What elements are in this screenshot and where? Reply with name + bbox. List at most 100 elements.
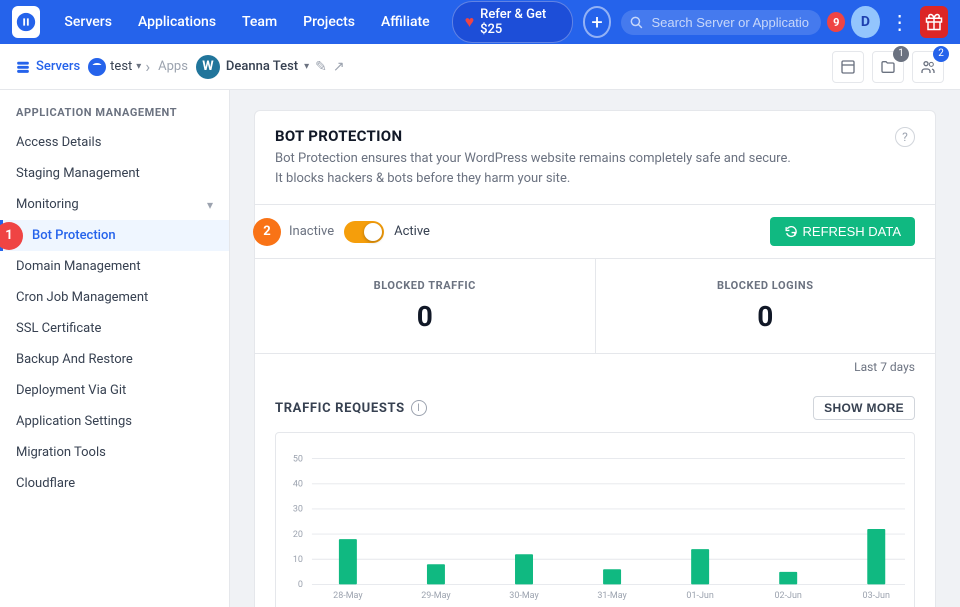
nav-team[interactable]: Team xyxy=(232,10,287,34)
sidebar-item-bot-protection[interactable]: 1 Bot Protection xyxy=(0,220,229,251)
server-dropdown-icon[interactable]: ▾ xyxy=(136,61,141,72)
wordpress-icon: W xyxy=(196,55,220,79)
gift-icon[interactable] xyxy=(920,6,948,38)
nav-affiliate[interactable]: Affiliate xyxy=(371,10,440,34)
refer-label: Refer & Get $25 xyxy=(480,7,559,37)
sidebar-label-cron-job-management: Cron Job Management xyxy=(16,290,213,305)
sidebar-item-cloudflare[interactable]: Cloudflare xyxy=(0,468,229,499)
traffic-chart: 50 40 30 20 10 0 xyxy=(276,441,914,607)
add-button[interactable]: + xyxy=(583,6,612,38)
toggle-row: 2 Inactive Active REFRESH DATA xyxy=(255,205,935,259)
users-icon xyxy=(920,59,936,75)
sidebar-section-title: Application Management xyxy=(0,90,229,127)
sidebar-item-cron-job-management[interactable]: Cron Job Management xyxy=(0,282,229,313)
sidebar-item-deployment-via-git[interactable]: Deployment Via Git xyxy=(0,375,229,406)
server-logo-icon xyxy=(88,58,106,76)
chevron-down-icon: ▾ xyxy=(207,198,213,212)
breadcrumb-app: W Deanna Test ▾ ✎ ↗ xyxy=(196,55,345,79)
sidebar-label-staging-management: Staging Management xyxy=(16,166,213,181)
users-button[interactable]: 2 xyxy=(912,51,944,83)
stats-row: BLOCKED TRAFFIC 0 BLOCKED LOGINS 0 xyxy=(255,259,935,354)
notification-badge[interactable]: 9 xyxy=(827,12,845,32)
blocked-logins-stat: BLOCKED LOGINS 0 xyxy=(596,259,936,353)
sidebar-item-access-details[interactable]: Access Details xyxy=(0,127,229,158)
files-button[interactable] xyxy=(832,51,864,83)
blocked-traffic-stat: BLOCKED TRAFFIC 0 xyxy=(255,259,596,353)
nav-applications[interactable]: Applications xyxy=(128,10,226,34)
toggle-active-label: Active xyxy=(394,224,430,239)
blocked-logins-label: BLOCKED LOGINS xyxy=(616,279,916,292)
svg-text:30: 30 xyxy=(293,505,303,515)
step-2-badge: 2 xyxy=(253,218,281,246)
svg-text:0: 0 xyxy=(298,580,303,590)
card-header: BOT PROTECTION Bot Protection ensures th… xyxy=(255,111,935,205)
chart-header: TRAFFIC REQUESTS i SHOW MORE xyxy=(275,396,915,420)
svg-text:10: 10 xyxy=(293,555,303,565)
sidebar-item-migration-tools[interactable]: Migration Tools xyxy=(0,437,229,468)
sidebar-label-application-settings: Application Settings xyxy=(16,414,213,429)
sidebar-item-application-settings[interactable]: Application Settings xyxy=(0,406,229,437)
card-header-left: BOT PROTECTION Bot Protection ensures th… xyxy=(275,127,795,188)
show-more-button[interactable]: SHOW MORE xyxy=(813,396,915,420)
svg-text:31-May: 31-May xyxy=(597,591,627,601)
sidebar-label-bot-protection: Bot Protection xyxy=(32,228,213,243)
sidebar-item-backup-and-restore[interactable]: Backup And Restore xyxy=(0,344,229,375)
avatar[interactable]: D xyxy=(851,6,879,38)
sidebar-item-staging-management[interactable]: Staging Management xyxy=(0,158,229,189)
breadcrumb-actions: 1 2 xyxy=(832,51,944,83)
svg-text:40: 40 xyxy=(293,479,303,489)
sidebar-item-domain-management[interactable]: Domain Management xyxy=(0,251,229,282)
search-wrap xyxy=(621,10,821,35)
last-days-label: Last 7 days xyxy=(854,360,915,374)
breadcrumb-apps: Apps xyxy=(158,59,188,74)
chart-container: 50 40 30 20 10 0 xyxy=(275,432,915,607)
bot-protection-toggle[interactable] xyxy=(344,221,384,243)
refresh-icon xyxy=(784,225,797,238)
refer-button[interactable]: ♥ Refer & Get $25 xyxy=(452,1,573,43)
app-name[interactable]: Deanna Test xyxy=(226,59,298,74)
svg-text:03-Jun: 03-Jun xyxy=(863,591,890,601)
chart-title: TRAFFIC REQUESTS i xyxy=(275,400,427,416)
external-link-icon[interactable]: ↗ xyxy=(333,59,345,75)
heart-icon: ♥ xyxy=(465,12,475,32)
toggle-knob xyxy=(364,223,382,241)
app-dropdown-icon[interactable]: ▾ xyxy=(304,61,309,72)
step-1-badge: 1 xyxy=(0,222,23,250)
breadcrumb-server-item: test ▾ › xyxy=(88,57,150,76)
breadcrumb-servers[interactable]: Servers xyxy=(16,59,80,74)
svg-text:02-Jun: 02-Jun xyxy=(774,591,801,601)
help-icon[interactable]: ? xyxy=(895,127,915,147)
bot-protection-card: BOT PROTECTION Bot Protection ensures th… xyxy=(254,110,936,607)
edit-icon[interactable]: ✎ xyxy=(315,59,327,75)
server-name[interactable]: test xyxy=(110,59,132,74)
sidebar-item-ssl-certificate[interactable]: SSL Certificate xyxy=(0,313,229,344)
sidebar: Application Management Access Details St… xyxy=(0,90,230,607)
search-input[interactable] xyxy=(621,10,821,35)
sidebar-label-cloudflare: Cloudflare xyxy=(16,476,213,491)
sidebar-label-deployment-via-git: Deployment Via Git xyxy=(16,383,213,398)
svg-text:28-May: 28-May xyxy=(333,591,363,601)
nav-projects[interactable]: Projects xyxy=(293,10,365,34)
nav-servers[interactable]: Servers xyxy=(54,10,122,34)
sidebar-label-access-details: Access Details xyxy=(16,135,213,150)
chart-info-icon[interactable]: i xyxy=(411,400,427,416)
files-count-badge: 1 xyxy=(893,46,909,62)
sidebar-item-monitoring[interactable]: Monitoring ▾ xyxy=(0,189,229,220)
toggle-inactive-label: Inactive xyxy=(289,224,334,239)
search-icon xyxy=(629,15,643,29)
more-options-icon[interactable]: ⋮ xyxy=(886,6,914,38)
breadcrumb-separator: › xyxy=(145,57,150,76)
svg-text:01-Jun: 01-Jun xyxy=(686,591,713,601)
users-count-badge: 2 xyxy=(933,46,949,62)
server-icon xyxy=(16,60,30,74)
breadcrumb: Servers test ▾ › Apps W Deanna Test ▾ ✎ … xyxy=(0,44,960,90)
top-navigation: Servers Applications Team Projects Affil… xyxy=(0,0,960,44)
svg-text:20: 20 xyxy=(293,530,303,540)
logo[interactable] xyxy=(12,6,40,38)
folder-button[interactable]: 1 xyxy=(872,51,904,83)
refresh-data-button[interactable]: REFRESH DATA xyxy=(770,217,915,246)
sidebar-label-monitoring: Monitoring xyxy=(16,197,207,212)
sidebar-label-backup-and-restore: Backup And Restore xyxy=(16,352,213,367)
svg-text:29-May: 29-May xyxy=(421,591,451,601)
folder-icon xyxy=(880,59,896,75)
